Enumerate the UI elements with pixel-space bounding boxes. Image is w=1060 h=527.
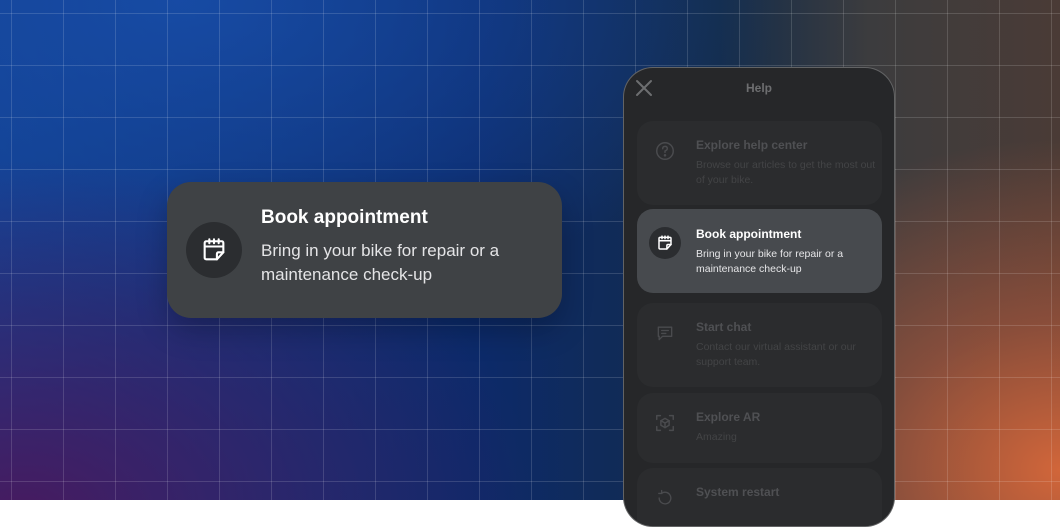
help-item-title: Start chat — [696, 320, 752, 334]
help-item-description: Bring in your bike for repair or a maint… — [696, 248, 844, 275]
restart-icon — [649, 482, 681, 514]
featured-card-description: Bring in your bike for repair or a maint… — [261, 240, 500, 284]
help-item-title: Explore AR — [696, 410, 761, 424]
chat-icon — [649, 317, 681, 349]
calendar-icon-badge — [649, 227, 681, 259]
help-item-start-chat[interactable]: Start chat Contact our virtual assistant… — [637, 303, 882, 387]
calendar-icon-badge — [186, 222, 242, 278]
help-item-title: Explore help center — [696, 138, 808, 152]
calendar-icon — [658, 235, 672, 250]
help-header-title: Help — [745, 81, 772, 95]
help-item-description: Contact our virtual assistant or our sup… — [696, 341, 856, 368]
help-item-description: Browse our articles to get the most out … — [696, 159, 876, 186]
help-item-system-restart[interactable]: System restart — [637, 468, 882, 526]
help-item-title: Book appointment — [696, 227, 802, 241]
featured-card-title: Book appointment — [261, 206, 428, 228]
help-item-book-appointment[interactable]: Book appointment Bring in your bike for … — [637, 209, 882, 293]
help-phone-screen: Help Explore help center Browse our arti… — [623, 67, 895, 527]
help-item-description: Amazing — [696, 431, 737, 443]
calendar-icon — [203, 238, 225, 261]
help-item-explore-help-center[interactable]: Explore help center Browse our articles … — [637, 121, 882, 205]
featured-book-appointment-card[interactable]: Book appointment Bring in your bike for … — [167, 182, 562, 318]
ar-cube-icon — [649, 407, 681, 439]
help-item-explore-ar[interactable]: Explore AR Amazing — [637, 393, 882, 463]
help-item-title: System restart — [696, 485, 780, 499]
question-circle-icon — [649, 135, 681, 167]
